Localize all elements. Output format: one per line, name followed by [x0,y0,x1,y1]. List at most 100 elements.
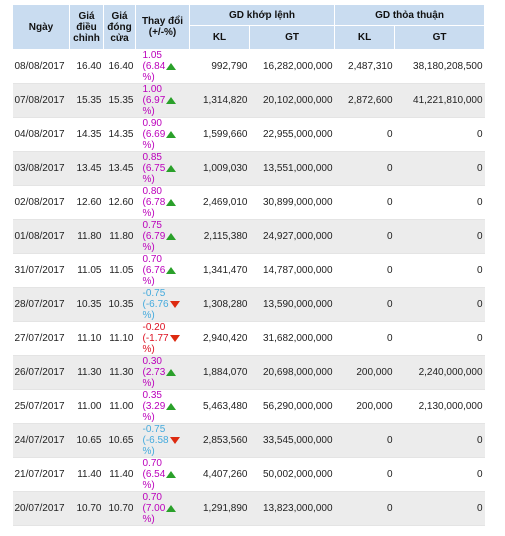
row-matched-kl: 4,407,260 [189,457,250,492]
row-deal-kl: 0 [334,219,395,254]
matched-group-header: GD khớp lệnh [188,4,336,26]
row-deal-kl: 0 [334,151,395,186]
row-adj-price: 10.70 [69,491,104,526]
row-change: 0.85 (6.75%) [135,151,190,186]
row-deal-gt: 2,240,000,000 [394,355,485,390]
row-date: 25/07/2017 [12,389,70,424]
change-percent: (6.69 [142,129,166,140]
row-adj-price: 13.45 [69,151,104,186]
change-percent: (6.76 [142,265,166,276]
table-row: 28/07/2017 10.35 10.35 -0.75 (-6.76%) 1,308,2… [12,287,485,322]
row-deal-kl: 2,872,600 [334,83,395,118]
row-date: 02/08/2017 [12,185,70,220]
row-close-price: 13.45 [103,151,136,186]
arrow-down-icon [169,436,180,444]
row-date: 03/08/2017 [12,151,70,186]
row-deal-gt: 0 [394,287,485,322]
change-percent: (3.29 [142,401,166,412]
table-row: 21/07/2017 11.40 11.40 0.70 (6.54%) 4,407,260… [12,457,485,492]
table-row: 01/08/2017 11.80 11.80 0.75 (6.79%) 2,115,380… [12,219,485,254]
arrow-up-icon [166,164,177,172]
col-matched-kl-header: KL [189,25,250,50]
row-deal-kl: 0 [334,423,395,458]
change-percent: (6.78 [142,197,166,208]
row-matched-gt: 31,682,000,000 [249,321,335,356]
row-matched-kl: 1,599,660 [189,117,250,152]
row-deal-gt: 0 [394,185,485,220]
row-date: 20/07/2017 [12,491,70,526]
row-date: 26/07/2017 [12,355,70,390]
row-adj-price: 14.35 [69,117,104,152]
row-matched-gt: 13,590,000,000 [249,287,335,322]
row-adj-price: 11.05 [69,253,104,288]
row-date: 01/08/2017 [12,219,70,254]
row-deal-gt: 41,221,810,000 [394,83,485,118]
row-matched-kl: 1,314,820 [189,83,250,118]
price-history-panel: Ngày Giá điều chỉnh Giá đóng cửa Thay đổ… [12,4,486,526]
change-value: 0.30 [142,356,162,367]
row-change: 0.70 (6.54%) [135,457,190,492]
row-close-price: 11.30 [103,355,136,390]
price-history-table: Ngày Giá điều chỉnh Giá đóng cửa Thay đổ… [12,4,486,526]
row-matched-kl: 992,790 [189,49,250,84]
row-close-price: 11.05 [103,253,136,288]
row-matched-kl: 5,463,480 [189,389,250,424]
change-value: -0.75 [142,424,166,435]
row-deal-gt: 0 [394,321,485,356]
change-percent: (-1.77 [142,333,169,344]
row-matched-gt: 13,823,000,000 [249,491,335,526]
row-change: 0.35 (3.29%) [135,389,190,424]
col-deal-gt-header: GT [394,25,486,50]
change-percent: (6.84 [142,61,166,72]
arrow-up-icon [166,232,177,240]
change-percent: (-6.58 [142,435,169,446]
row-deal-gt: 0 [394,151,485,186]
table-row: 02/08/2017 12.60 12.60 0.80 (6.78%) 2,469,010… [12,185,485,220]
row-date: 21/07/2017 [12,457,70,492]
row-adj-price: 15.35 [69,83,104,118]
arrow-down-icon [169,300,180,308]
row-change: 0.70 (6.76%) [135,253,190,288]
row-date: 07/08/2017 [12,83,70,118]
row-change: 1.00 (6.97%) [135,83,190,118]
change-value: 1.00 [142,84,162,95]
row-matched-gt: 50,002,000,000 [249,457,335,492]
row-close-price: 10.35 [103,287,136,322]
table-row: 08/08/2017 16.40 16.40 1.05 (6.84%) 992,790 16… [12,49,485,84]
row-deal-kl: 2,487,310 [334,49,395,84]
col-change-header: Thay đổi (+/-%) [135,4,190,50]
change-value: 0.75 [142,220,162,231]
row-change: -0.20 (-1.77%) [135,321,190,356]
row-matched-gt: 56,290,000,000 [249,389,335,424]
row-date: 28/07/2017 [12,287,70,322]
row-matched-gt: 16,282,000,000 [249,49,335,84]
row-date: 24/07/2017 [12,423,70,458]
row-adj-price: 12.60 [69,185,104,220]
row-deal-kl: 200,000 [334,389,395,424]
row-deal-gt: 38,180,208,500 [394,49,485,84]
row-change: -0.75 (-6.58%) [135,423,190,458]
arrow-up-icon [166,266,177,274]
row-deal-gt: 0 [394,219,485,254]
table-body: 08/08/2017 16.40 16.40 1.05 (6.84%) 992,790 16… [12,49,485,526]
change-value: 0.90 [142,118,162,129]
row-deal-gt: 0 [394,457,485,492]
row-close-price: 10.70 [103,491,136,526]
row-adj-price: 11.30 [69,355,104,390]
row-adj-price: 16.40 [69,49,104,84]
row-adj-price: 11.10 [69,321,104,356]
change-value: -0.75 [142,288,166,299]
row-matched-gt: 20,698,000,000 [249,355,335,390]
change-value: 0.35 [142,390,162,401]
row-matched-kl: 1,341,470 [189,253,250,288]
row-deal-kl: 0 [334,491,395,526]
arrow-up-icon [166,130,177,138]
change-percent: (6.54 [142,469,166,480]
row-deal-kl: 0 [334,321,395,356]
deal-group-header: GD thỏa thuận [334,4,486,26]
row-matched-gt: 30,899,000,000 [249,185,335,220]
arrow-down-icon [169,334,180,342]
row-change: 0.30 (2.73%) [135,355,190,390]
arrow-up-icon [166,402,177,410]
row-matched-gt: 33,545,000,000 [249,423,335,458]
